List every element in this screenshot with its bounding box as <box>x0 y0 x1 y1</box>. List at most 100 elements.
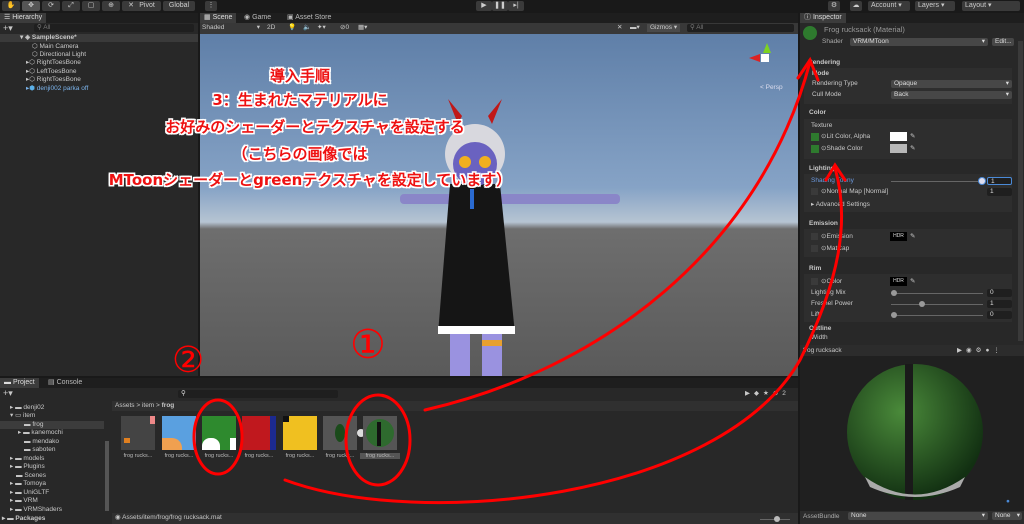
project-filter-icons[interactable]: ▶◆★⊘2 <box>745 390 790 398</box>
tab-console[interactable]: ▤ Console <box>44 378 86 388</box>
grid-dropdown-icon[interactable]: ▦▾ <box>358 24 367 32</box>
step-button[interactable]: ▸| <box>508 1 524 11</box>
folder-item[interactable]: ▸ ▬ VRM <box>10 497 38 505</box>
scene-search-input[interactable]: ⚲ All <box>687 24 794 32</box>
hierarchy-item[interactable]: ⬡ Directional Light <box>32 51 86 59</box>
asset-thumbnail-selected[interactable] <box>363 416 397 450</box>
lighting-mix-input[interactable]: 0 <box>987 289 1012 297</box>
rect-tool-icon[interactable]: ▢ <box>82 1 100 11</box>
orientation-gizmo[interactable] <box>745 39 785 79</box>
layout-dropdown[interactable]: Layout ▾ <box>962 1 1020 11</box>
eyedropper-icon[interactable]: ✎ <box>910 145 915 153</box>
asset-thumbnail[interactable] <box>121 416 155 450</box>
folder-item[interactable]: ▸ ▬ Plugins <box>10 463 45 471</box>
pivot-button[interactable]: Pivot <box>133 1 161 11</box>
shade-color-swatch[interactable] <box>890 144 907 153</box>
rotate-tool-icon[interactable]: ⟳ <box>42 1 60 11</box>
folder-item[interactable]: ▸ ▬ models <box>10 455 44 463</box>
asset-thumbnail[interactable] <box>202 416 236 450</box>
hidden-objects-icon[interactable]: ⊘0 <box>340 24 349 32</box>
hierarchy-item[interactable]: ⬡ Main Camera <box>32 43 79 51</box>
persp-label[interactable]: < Persp <box>760 84 783 92</box>
assetbundle-dropdown[interactable]: None ▾ <box>848 512 988 520</box>
create-button[interactable]: +▾ <box>3 389 13 398</box>
audio-toggle-icon[interactable]: 🔈 <box>303 24 311 32</box>
matcap-slot[interactable] <box>811 245 818 252</box>
shading-dropdown[interactable]: Shaded ▾ <box>202 24 260 32</box>
cull-mode-dropdown[interactable]: Back ▾ <box>891 91 1012 99</box>
folder-item[interactable]: ▾ ▭ item <box>10 412 35 420</box>
scale-tool-icon[interactable]: ⤢ <box>62 1 80 11</box>
folder-item[interactable]: ▬ frog <box>0 421 104 429</box>
hierarchy-search-input[interactable]: ⚲ All <box>34 24 194 32</box>
folder-item[interactable]: ▸ ▬ Tomoya <box>10 480 46 488</box>
transform-tool-icon[interactable]: ⊕ <box>102 1 120 11</box>
folder-item[interactable]: ▬ saboten <box>24 446 55 454</box>
play-button[interactable]: ▶ <box>476 1 492 11</box>
advanced-settings-foldout[interactable]: ▸ Advanced Settings <box>811 201 870 209</box>
rendering-type-dropdown[interactable]: Opaque ▾ <box>891 80 1012 88</box>
add-button[interactable]: +▾ <box>3 24 13 33</box>
edit-shader-button[interactable]: Edit... <box>992 38 1014 46</box>
asset-thumbnail[interactable] <box>323 416 365 450</box>
lift-slider[interactable] <box>891 312 983 318</box>
tab-asset-store[interactable]: ▣ Asset Store <box>283 13 335 23</box>
tab-inspector[interactable]: ⓘ Inspector <box>800 13 846 23</box>
shader-dropdown[interactable]: VRM/MToon ▾ <box>850 38 988 46</box>
project-search-input[interactable]: ⚲ <box>178 390 338 398</box>
folder-item[interactable]: ▸ ▬ Packages <box>2 515 45 523</box>
tab-project[interactable]: ▬ Project <box>0 378 39 388</box>
grid-snap-icon[interactable]: ⋮ <box>205 1 217 11</box>
lighting-mix-slider[interactable] <box>891 290 983 296</box>
material-preview-sphere[interactable] <box>845 362 985 502</box>
folder-item[interactable]: ▸ ▬ denji02 <box>10 404 44 412</box>
variant-dropdown[interactable]: None ▾ <box>992 512 1022 520</box>
folder-item[interactable]: ▸ ▬ kanemochi <box>18 429 63 437</box>
asset-thumbnail[interactable] <box>283 416 317 450</box>
pause-button[interactable]: ❚❚ <box>492 1 508 11</box>
inspector-scrollbar[interactable] <box>1018 41 1023 341</box>
eyedropper-icon[interactable]: ✎ <box>910 278 915 286</box>
asset-thumbnail[interactable] <box>242 416 276 450</box>
rim-color-swatch[interactable]: HDR <box>890 277 907 286</box>
tab-game[interactable]: ◉ Game <box>240 13 275 23</box>
normal-map-input[interactable]: 1 <box>987 188 1012 196</box>
lift-input[interactable]: 0 <box>987 311 1012 319</box>
lighting-toggle-icon[interactable]: 💡 <box>288 24 296 32</box>
lit-color-swatch[interactable] <box>890 132 907 141</box>
services-icon[interactable]: ⚙ <box>828 1 840 11</box>
folder-item[interactable]: ▸ ▬ UniGLTF <box>10 489 49 497</box>
label-icon[interactable]: ● <box>1006 498 1010 506</box>
folder-item[interactable]: ▸ ▬ VRMShaders <box>10 506 62 514</box>
shading-toony-input[interactable]: 1 <box>987 177 1012 185</box>
emission-slot[interactable] <box>811 233 818 240</box>
lit-texture-slot[interactable] <box>811 133 819 141</box>
rim-slot[interactable] <box>811 278 818 285</box>
breadcrumb-path[interactable]: Assets > item > frog <box>115 402 174 410</box>
gizmos-dropdown[interactable]: Gizmos ▾ <box>647 24 681 32</box>
eyedropper-icon[interactable]: ✎ <box>910 233 915 241</box>
shading-toony-slider[interactable] <box>891 178 985 184</box>
tools-icon[interactable]: ✕ <box>617 24 622 32</box>
2d-toggle[interactable]: 2D <box>267 24 275 32</box>
preview-controls[interactable]: ▶◉⚙●⋮ <box>957 347 1004 355</box>
layers-dropdown[interactable]: Layers ▾ <box>915 1 955 11</box>
shade-texture-slot[interactable] <box>811 145 819 153</box>
tab-scene[interactable]: ▦ Scene <box>200 13 237 23</box>
asset-thumbnail[interactable] <box>162 416 196 450</box>
thumbnail-size-slider[interactable] <box>760 516 790 522</box>
camera-dropdown-icon[interactable]: ▬▾ <box>630 24 640 32</box>
global-button[interactable]: Global <box>163 1 195 11</box>
effects-dropdown-icon[interactable]: ✦▾ <box>317 24 326 32</box>
fresnel-input[interactable]: 1 <box>987 300 1012 308</box>
hand-tool-icon[interactable]: ✋ <box>2 1 20 11</box>
scene-root[interactable]: ▾ ◈ SampleScene* <box>0 34 198 42</box>
folder-item[interactable]: ▬ mendako <box>24 438 59 446</box>
move-tool-icon[interactable]: ✥ <box>22 1 40 11</box>
fresnel-slider[interactable] <box>891 301 983 307</box>
eyedropper-icon[interactable]: ✎ <box>910 133 915 141</box>
normal-map-slot[interactable] <box>811 188 818 195</box>
tab-hierarchy[interactable]: ☰ Hierarchy <box>0 13 47 23</box>
cloud-icon[interactable]: ☁ <box>850 1 862 11</box>
account-dropdown[interactable]: Account ▾ <box>868 1 910 11</box>
